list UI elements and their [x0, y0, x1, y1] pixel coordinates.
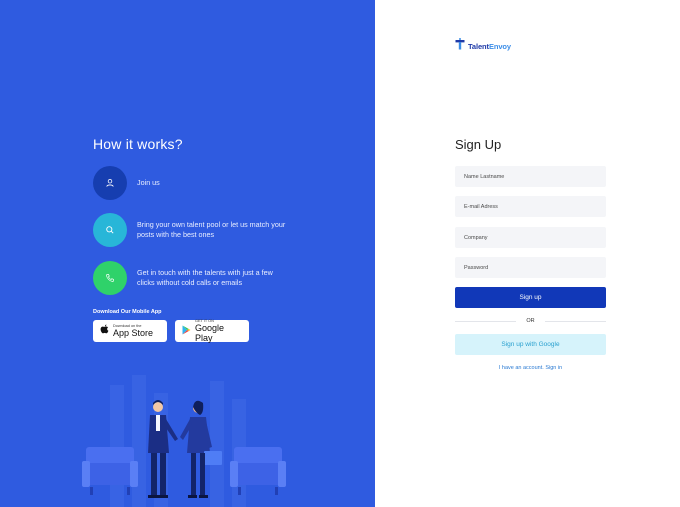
divider-line-left: [455, 320, 517, 322]
google-play-button[interactable]: GET IT ON Google Play: [175, 319, 249, 343]
logo-text-part2: Envoy: [488, 41, 511, 51]
step-contact-text: Get in touch with the talents with just …: [137, 268, 273, 287]
apple-icon: [100, 322, 109, 340]
right-panel: [375, 0, 680, 507]
armchair-right: [230, 447, 286, 495]
company-field[interactable]: [455, 227, 606, 248]
signup-title: Sign Up: [455, 137, 502, 152]
signup-button[interactable]: Sign up: [455, 287, 606, 308]
search-icon: [93, 213, 127, 247]
left-panel: How it works? Join us Bring your own tal…: [0, 0, 375, 507]
step-join-text: Join us: [137, 178, 160, 187]
step-match: Bring your own talent pool or let us mat…: [93, 213, 287, 247]
logo-text-part1: Talent: [468, 41, 489, 51]
talentenvoy-logo[interactable]: TalentEnvoy: [455, 37, 511, 55]
app-store-button[interactable]: Download on the App Store: [93, 320, 167, 342]
logo-text: TalentEnvoy: [468, 42, 511, 51]
signup-google-button[interactable]: Sign up with Google: [455, 334, 606, 355]
signin-link[interactable]: I have an account. Sign in: [455, 365, 606, 371]
app-store-big-text: App Store: [113, 328, 154, 338]
name-field[interactable]: [455, 166, 606, 187]
step-match-text: Bring your own talent pool or let us mat…: [137, 220, 286, 239]
or-label: OR: [526, 318, 535, 324]
password-field[interactable]: [455, 257, 606, 278]
user-icon: [93, 166, 127, 200]
google-play-icon: [182, 322, 191, 340]
phone-icon: [93, 261, 127, 295]
email-field[interactable]: [455, 196, 606, 217]
step-join: Join us: [93, 166, 287, 200]
how-it-works-title: How it works?: [93, 136, 183, 152]
or-divider: OR: [455, 316, 606, 326]
divider-line-right: [544, 320, 606, 322]
handshake-illustration: [82, 375, 286, 507]
download-app-label: Download Our Mobile App: [93, 309, 162, 315]
step-contact: Get in touch with the talents with just …: [93, 261, 287, 295]
google-play-big-text: Google Play: [195, 323, 225, 343]
logo-mark-icon: [455, 37, 465, 55]
